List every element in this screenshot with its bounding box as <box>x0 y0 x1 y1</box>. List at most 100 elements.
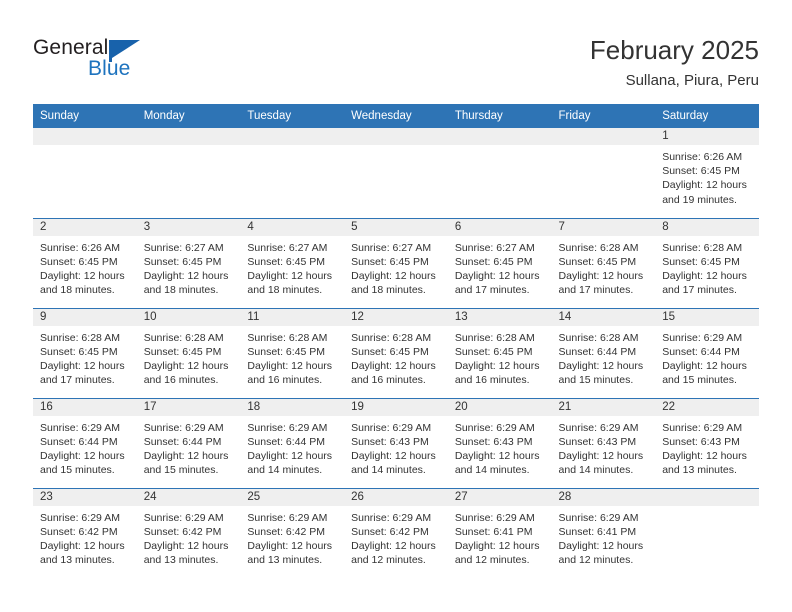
page-subtitle: Sullana, Piura, Peru <box>625 72 759 89</box>
day-number: 16 <box>33 398 137 416</box>
calendar-day-cell[interactable]: 5 Sunrise: 6:27 AM Sunset: 6:45 PM Daylight… <box>344 217 448 308</box>
day-number: 20 <box>447 398 552 416</box>
sunrise-text: Sunrise: 6:29 AM <box>143 511 224 524</box>
daylight-text-line1: Daylight: 12 hours <box>454 359 540 372</box>
day-number: 10 <box>136 308 241 326</box>
sunrise-text: Sunrise: 6:26 AM <box>40 241 120 254</box>
daylight-text-line2: and 12 minutes. <box>454 554 530 567</box>
calendar-day-cell[interactable]: 17 Sunrise: 6:29 AM Sunset: 6:44 PM Dayligh… <box>136 397 241 488</box>
daylight-text-line1: Daylight: 12 hours <box>351 539 436 552</box>
calendar-day-cell[interactable]: 1 Sunrise: 6:26 AM Sunset: 6:45 PM Daylight… <box>655 128 759 218</box>
daylight-text-line2: and 15 minutes. <box>558 374 634 387</box>
sunset-text: Sunset: 6:45 PM <box>40 345 118 358</box>
daylight-text-line1: Daylight: 12 hours <box>558 539 644 552</box>
daylight-text-line1: Daylight: 12 hours <box>247 359 333 372</box>
sunrise-text: Sunrise: 6:29 AM <box>247 421 328 434</box>
calendar-day-cell[interactable]: 4 Sunrise: 6:27 AM Sunset: 6:45 PM Daylight… <box>240 217 345 308</box>
calendar-day-cell[interactable]: 28 Sunrise: 6:29 AM Sunset: 6:41 PM Dayligh… <box>551 487 656 578</box>
calendar-page: General Blue February 2025 Sullana, Piur… <box>0 0 792 612</box>
daylight-text-line2: and 18 minutes. <box>247 284 323 297</box>
day-number: 7 <box>551 218 656 236</box>
calendar-day-cell[interactable]: 15 Sunrise: 6:29 AM Sunset: 6:44 PM Dayligh… <box>655 307 759 398</box>
calendar-day-cell[interactable]: 20 Sunrise: 6:29 AM Sunset: 6:43 PM Dayligh… <box>447 397 552 488</box>
calendar-grid: Sunday Monday Tuesday Wednesday Thursday Frid… <box>33 104 759 578</box>
calendar-day-cell[interactable]: 18 Sunrise: 6:29 AM Sunset: 6:44 PM Dayligh… <box>240 397 345 488</box>
sunrise-text: Sunrise: 6:28 AM <box>40 331 120 344</box>
day-number: 27 <box>447 488 552 506</box>
calendar-day-cell[interactable]: 22 Sunrise: 6:29 AM Sunset: 6:43 PM Dayligh… <box>655 397 759 488</box>
sunset-text: Sunset: 6:43 PM <box>351 435 429 448</box>
sunset-text: Sunset: 6:44 PM <box>40 435 118 448</box>
day-details: Sunrise: 6:29 AM Sunset: 6:43 PM Daylight:… <box>655 416 759 478</box>
calendar-week-row: 23 Sunrise: 6:29 AM Sunset: 6:42 PM Dayligh… <box>33 487 759 578</box>
day-number: 9 <box>33 308 137 326</box>
logo-flag-icon <box>112 40 140 58</box>
sunset-text: Sunset: 6:44 PM <box>558 345 637 358</box>
calendar-day-cell[interactable]: 21 Sunrise: 6:29 AM Sunset: 6:43 PM Dayligh… <box>551 397 656 488</box>
sunrise-text: Sunrise: 6:26 AM <box>662 151 743 163</box>
calendar-day-cell[interactable]: 8 Sunrise: 6:28 AM Sunset: 6:45 PM Daylight… <box>655 217 759 308</box>
general-blue-logo[interactable]: General Blue <box>33 36 163 84</box>
day-details: Sunrise: 6:28 AM Sunset: 6:45 PM Daylight:… <box>655 236 759 298</box>
calendar-day-cell[interactable]: 3 Sunrise: 6:27 AM Sunset: 6:45 PM Daylight… <box>136 217 241 308</box>
daylight-text-line2: and 18 minutes. <box>351 284 426 297</box>
daylight-text-line2: and 14 minutes. <box>351 464 426 477</box>
day-details: Sunrise: 6:29 AM Sunset: 6:44 PM Daylight:… <box>240 416 344 478</box>
calendar-day-cell-empty <box>344 128 448 218</box>
calendar-day-cell[interactable]: 27 Sunrise: 6:29 AM Sunset: 6:41 PM Dayligh… <box>447 487 552 578</box>
calendar-day-cell[interactable]: 23 Sunrise: 6:29 AM Sunset: 6:42 PM Dayligh… <box>33 487 137 578</box>
sunset-text: Sunset: 6:45 PM <box>247 345 326 358</box>
sunrise-text: Sunrise: 6:28 AM <box>558 331 639 344</box>
calendar-day-cell[interactable]: 9 Sunrise: 6:28 AM Sunset: 6:45 PM Daylight… <box>33 307 137 398</box>
day-details: Sunrise: 6:28 AM Sunset: 6:45 PM Daylight:… <box>240 326 344 388</box>
calendar-day-cell[interactable]: 6 Sunrise: 6:27 AM Sunset: 6:45 PM Daylight… <box>447 217 552 308</box>
daylight-text-line1: Daylight: 12 hours <box>143 449 229 462</box>
daylight-text-line2: and 15 minutes. <box>662 374 737 387</box>
calendar-day-cell[interactable]: 7 Sunrise: 6:28 AM Sunset: 6:45 PM Daylight… <box>551 217 656 308</box>
sunrise-text: Sunrise: 6:29 AM <box>351 511 432 524</box>
calendar-day-cell[interactable]: 10 Sunrise: 6:28 AM Sunset: 6:45 PM Dayligh… <box>136 307 241 398</box>
calendar-day-cell-empty <box>136 128 241 218</box>
daylight-text-line2: and 16 minutes. <box>143 374 219 387</box>
daylight-text-line2: and 13 minutes. <box>247 554 323 567</box>
daylight-text-line1: Daylight: 12 hours <box>40 359 125 372</box>
daylight-text-line2: and 15 minutes. <box>40 464 115 477</box>
daylight-text-line2: and 13 minutes. <box>143 554 219 567</box>
calendar-body: 1 Sunrise: 6:26 AM Sunset: 6:45 PM Daylight… <box>33 128 759 578</box>
sunrise-text: Sunrise: 6:29 AM <box>558 421 639 434</box>
weekday-header-sunday: Sunday <box>33 104 137 128</box>
calendar-day-cell[interactable]: 14 Sunrise: 6:28 AM Sunset: 6:44 PM Dayligh… <box>551 307 656 398</box>
day-details: Sunrise: 6:26 AM Sunset: 6:45 PM Daylight:… <box>33 236 137 298</box>
sunset-text: Sunset: 6:44 PM <box>247 435 326 448</box>
day-number: 2 <box>33 218 137 236</box>
daylight-text-line1: Daylight: 12 hours <box>558 359 644 372</box>
daylight-text-line1: Daylight: 12 hours <box>454 539 540 552</box>
sunrise-text: Sunrise: 6:29 AM <box>40 421 120 434</box>
sunrise-text: Sunrise: 6:28 AM <box>247 331 328 344</box>
day-details: Sunrise: 6:29 AM Sunset: 6:44 PM Daylight:… <box>137 416 241 478</box>
day-number <box>344 128 448 145</box>
calendar-day-cell[interactable]: 24 Sunrise: 6:29 AM Sunset: 6:42 PM Dayligh… <box>136 487 241 578</box>
sunset-text: Sunset: 6:41 PM <box>558 525 637 538</box>
weekday-header-saturday: Saturday <box>655 104 759 128</box>
calendar-day-cell[interactable]: 16 Sunrise: 6:29 AM Sunset: 6:44 PM Dayligh… <box>33 397 137 488</box>
calendar-day-cell[interactable]: 12 Sunrise: 6:28 AM Sunset: 6:45 PM Dayligh… <box>344 307 448 398</box>
calendar-day-cell[interactable]: 2 Sunrise: 6:26 AM Sunset: 6:45 PM Daylight… <box>33 217 137 308</box>
sunset-text: Sunset: 6:45 PM <box>351 345 429 358</box>
daylight-text-line1: Daylight: 12 hours <box>40 449 125 462</box>
calendar-day-cell[interactable]: 25 Sunrise: 6:29 AM Sunset: 6:42 PM Dayligh… <box>240 487 345 578</box>
calendar-day-cell-empty <box>33 128 137 218</box>
sunset-text: Sunset: 6:42 PM <box>351 525 429 538</box>
calendar-day-cell[interactable]: 11 Sunrise: 6:28 AM Sunset: 6:45 PM Dayligh… <box>240 307 345 398</box>
day-number <box>447 128 552 145</box>
day-number <box>551 128 656 145</box>
daylight-text-line1: Daylight: 12 hours <box>662 269 747 282</box>
sunset-text: Sunset: 6:45 PM <box>40 255 118 268</box>
daylight-text-line2: and 12 minutes. <box>558 554 634 567</box>
day-number: 23 <box>33 488 137 506</box>
daylight-text-line1: Daylight: 12 hours <box>454 269 540 282</box>
calendar-day-cell[interactable]: 13 Sunrise: 6:28 AM Sunset: 6:45 PM Dayligh… <box>447 307 552 398</box>
sunrise-text: Sunrise: 6:29 AM <box>662 421 743 434</box>
calendar-day-cell[interactable]: 26 Sunrise: 6:29 AM Sunset: 6:42 PM Dayligh… <box>344 487 448 578</box>
calendar-day-cell[interactable]: 19 Sunrise: 6:29 AM Sunset: 6:43 PM Dayligh… <box>344 397 448 488</box>
